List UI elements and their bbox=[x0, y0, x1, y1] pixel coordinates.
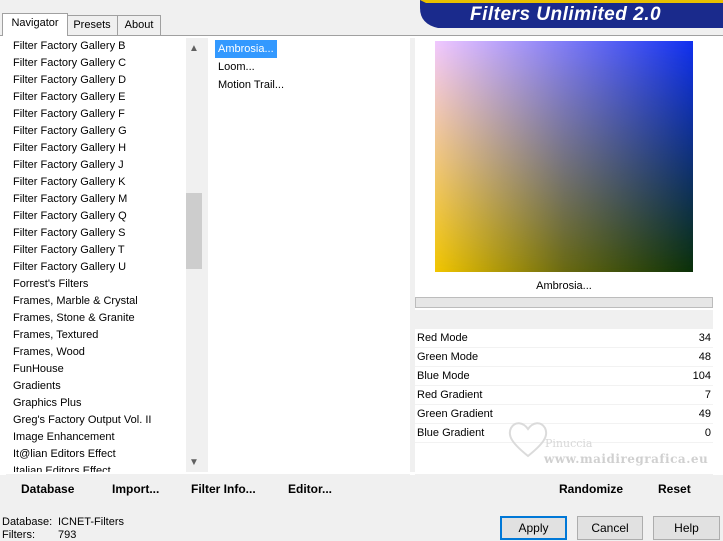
category-item[interactable]: Filter Factory Gallery U bbox=[6, 259, 202, 276]
param-label: Green Mode bbox=[417, 351, 479, 363]
progress-bar bbox=[415, 297, 713, 308]
status-database-value: ICNET-Filters bbox=[58, 516, 124, 528]
category-item[interactable]: Filter Factory Gallery T bbox=[6, 242, 202, 259]
category-item[interactable]: Filter Factory Gallery G bbox=[6, 123, 202, 140]
status-database-label: Database: bbox=[2, 516, 53, 528]
watermark-url: www.maidiregrafica.eu bbox=[544, 452, 709, 466]
param-label: Blue Mode bbox=[417, 370, 470, 382]
help-button[interactable]: Help bbox=[653, 516, 720, 540]
category-scrollbar[interactable]: ▲ ▼ bbox=[186, 38, 202, 472]
filter-item[interactable]: Ambrosia... bbox=[214, 39, 278, 59]
param-label: Blue Gradient bbox=[417, 427, 485, 439]
category-item[interactable]: Filter Factory Gallery Q bbox=[6, 208, 202, 225]
category-item[interactable]: Filter Factory Gallery S bbox=[6, 225, 202, 242]
category-item[interactable]: Filter Factory Gallery C bbox=[6, 55, 202, 72]
parameter-list[interactable]: Red Mode 34 Green Mode 48 Blue Mode 104 Red… bbox=[415, 329, 713, 443]
category-item[interactable]: Filter Factory Gallery D bbox=[6, 72, 202, 89]
param-value[interactable]: 7 bbox=[705, 386, 711, 404]
category-item[interactable]: Filter Factory Gallery K bbox=[6, 174, 202, 191]
filter-list[interactable]: Ambrosia... Loom... Motion Trail... bbox=[214, 39, 405, 94]
status-filters-value: 793 bbox=[58, 529, 77, 541]
tab-about[interactable]: About bbox=[117, 15, 161, 35]
separator-strip bbox=[415, 310, 713, 329]
param-value[interactable]: 48 bbox=[699, 348, 711, 366]
filter-item[interactable]: Loom... bbox=[215, 58, 258, 76]
status-filters-label: Filters: bbox=[2, 529, 35, 541]
scroll-thumb[interactable] bbox=[186, 193, 202, 269]
category-item[interactable]: Forrest's Filters bbox=[6, 276, 202, 293]
preview-image bbox=[435, 41, 693, 272]
category-item[interactable]: Frames, Marble & Crystal bbox=[6, 293, 202, 310]
panel-divider bbox=[202, 38, 208, 472]
editor-button[interactable]: Editor... bbox=[288, 480, 332, 498]
tab-navigator[interactable]: Navigator bbox=[2, 13, 68, 36]
category-item[interactable]: Filter Factory Gallery M bbox=[6, 191, 202, 208]
category-list[interactable]: Filter Factory Gallery B Filter Factory G… bbox=[6, 38, 202, 472]
category-item[interactable]: Italian Editors Effect bbox=[6, 463, 202, 472]
param-blue-mode[interactable]: Blue Mode 104 bbox=[415, 367, 713, 386]
param-red-mode[interactable]: Red Mode 34 bbox=[415, 329, 713, 348]
status-database: Database: ICNET-Filters bbox=[2, 516, 124, 528]
randomize-button[interactable]: Randomize bbox=[559, 480, 623, 498]
scroll-up-icon[interactable]: ▲ bbox=[186, 40, 202, 57]
param-label: Red Gradient bbox=[417, 389, 483, 401]
param-value[interactable]: 104 bbox=[693, 367, 711, 385]
filter-item[interactable]: Motion Trail... bbox=[215, 76, 287, 94]
reset-button[interactable]: Reset bbox=[658, 480, 691, 498]
param-green-gradient[interactable]: Green Gradient 49 bbox=[415, 405, 713, 424]
param-value[interactable]: 0 bbox=[705, 424, 711, 442]
category-item[interactable]: FunHouse bbox=[6, 361, 202, 378]
category-item[interactable]: Greg's Factory Output Vol. II bbox=[6, 412, 202, 429]
category-item[interactable]: Filter Factory Gallery J bbox=[6, 157, 202, 174]
cancel-button[interactable]: Cancel bbox=[577, 516, 643, 540]
param-red-gradient[interactable]: Red Gradient 7 bbox=[415, 386, 713, 405]
database-button[interactable]: Database bbox=[21, 480, 74, 498]
filter-info-button[interactable]: Filter Info... bbox=[191, 480, 256, 498]
category-item[interactable]: Filter Factory Gallery F bbox=[6, 106, 202, 123]
category-item[interactable]: Image Enhancement bbox=[6, 429, 202, 446]
watermark-name: Pinuccia bbox=[545, 437, 593, 450]
param-green-mode[interactable]: Green Mode 48 bbox=[415, 348, 713, 367]
category-item[interactable]: Gradients bbox=[6, 378, 202, 395]
apply-button[interactable]: Apply bbox=[500, 516, 567, 540]
category-item[interactable]: Frames, Wood bbox=[6, 344, 202, 361]
category-item[interactable]: It@lian Editors Effect bbox=[6, 446, 202, 463]
category-item[interactable]: Frames, Stone & Granite bbox=[6, 310, 202, 327]
status-filters: Filters: 793 bbox=[2, 529, 76, 541]
category-item[interactable]: Graphics Plus bbox=[6, 395, 202, 412]
param-label: Red Mode bbox=[417, 332, 468, 344]
param-label: Green Gradient bbox=[417, 408, 493, 420]
category-item[interactable]: Filter Factory Gallery E bbox=[6, 89, 202, 106]
param-value[interactable]: 49 bbox=[699, 405, 711, 423]
preview-label: Ambrosia... bbox=[415, 276, 713, 296]
category-item[interactable]: Frames, Textured bbox=[6, 327, 202, 344]
param-value[interactable]: 34 bbox=[699, 329, 711, 347]
tab-presets[interactable]: Presets bbox=[66, 15, 118, 35]
category-item[interactable]: Filter Factory Gallery H bbox=[6, 140, 202, 157]
scroll-down-icon[interactable]: ▼ bbox=[186, 454, 202, 471]
banner-title: Filters Unlimited 2.0 bbox=[470, 4, 662, 25]
import-button[interactable]: Import... bbox=[112, 480, 159, 498]
category-item[interactable]: Filter Factory Gallery B bbox=[6, 38, 202, 55]
